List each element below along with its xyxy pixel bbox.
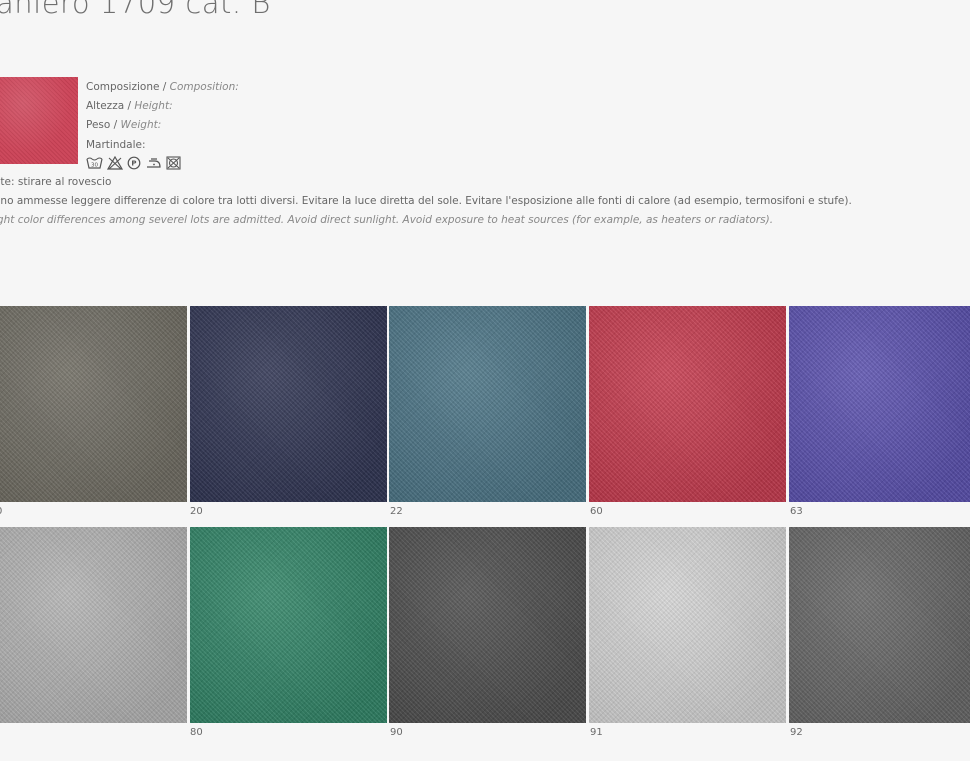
- swatch-code-label: 91: [590, 727, 603, 738]
- dry-clean-p-icon: P: [127, 156, 141, 170]
- swatch-color: [789, 527, 970, 723]
- swatch-20[interactable]: [190, 306, 387, 502]
- spec-height: Altezza / Height:: [86, 100, 173, 112]
- swatch-code-label: 90: [390, 727, 403, 738]
- spec-composition: Composizione / Composition:: [86, 81, 239, 93]
- spec-label: Composizione: [86, 81, 160, 93]
- swatch-code-label: 22: [390, 506, 403, 517]
- spec-label-en: Weight:: [120, 119, 162, 131]
- swatch-code-label: 80: [190, 727, 203, 738]
- page-title: aniero 1709 cat. B: [0, 0, 271, 20]
- spec-label: Peso: [86, 119, 111, 131]
- swatch-color: [190, 306, 387, 502]
- no-bleach-icon: [107, 156, 123, 170]
- no-tumble-dry-icon: [166, 156, 181, 170]
- swatch-92[interactable]: [789, 527, 970, 723]
- swatch-color: [589, 306, 786, 502]
- swatch-0[interactable]: [0, 306, 187, 502]
- swatch-60[interactable]: [589, 306, 786, 502]
- spec-label: Martindale:: [86, 139, 146, 151]
- svg-text:P: P: [131, 160, 136, 168]
- swatch-91[interactable]: [589, 527, 786, 723]
- note-disclaimer-it: ono ammesse leggere differenze di colore…: [0, 195, 852, 207]
- spec-label-en: Height:: [134, 100, 173, 112]
- swatch-grey[interactable]: [0, 527, 187, 723]
- swatch-code-label: 92: [790, 727, 803, 738]
- swatch-color: [389, 306, 586, 502]
- spec-weight: Peso / Weight:: [86, 119, 162, 131]
- swatch-22[interactable]: [389, 306, 586, 502]
- swatch-color: [389, 527, 586, 723]
- spec-label-en: Composition:: [169, 81, 239, 93]
- swatch-color: [0, 527, 187, 723]
- swatch-color: [589, 527, 786, 723]
- spec-label: Altezza: [86, 100, 125, 112]
- note-disclaimer-en: ight color differences among severel lot…: [0, 214, 774, 226]
- swatch-code-label: 60: [590, 506, 603, 517]
- iron-icon: [147, 158, 161, 168]
- spec-martindale: Martindale:: [86, 139, 146, 151]
- swatch-80[interactable]: [190, 527, 387, 723]
- swatch-color: [789, 306, 970, 502]
- wash-30-icon: 30: [86, 157, 103, 169]
- svg-text:30: 30: [91, 163, 98, 169]
- swatch-63[interactable]: [789, 306, 970, 502]
- product-thumbnail[interactable]: [0, 77, 78, 164]
- swatch-90[interactable]: [389, 527, 586, 723]
- swatch-code-label: 63: [790, 506, 803, 517]
- swatch-color: [0, 306, 187, 502]
- product-page: aniero 1709 cat. B Composizione / Compos…: [0, 0, 970, 761]
- swatch-color: [190, 527, 387, 723]
- care-icons: 30 P: [86, 156, 181, 170]
- swatch-code-label: 20: [190, 506, 203, 517]
- note-iron: ote: stirare al rovescio: [0, 176, 112, 188]
- swatch-code-label: 0: [0, 506, 2, 517]
